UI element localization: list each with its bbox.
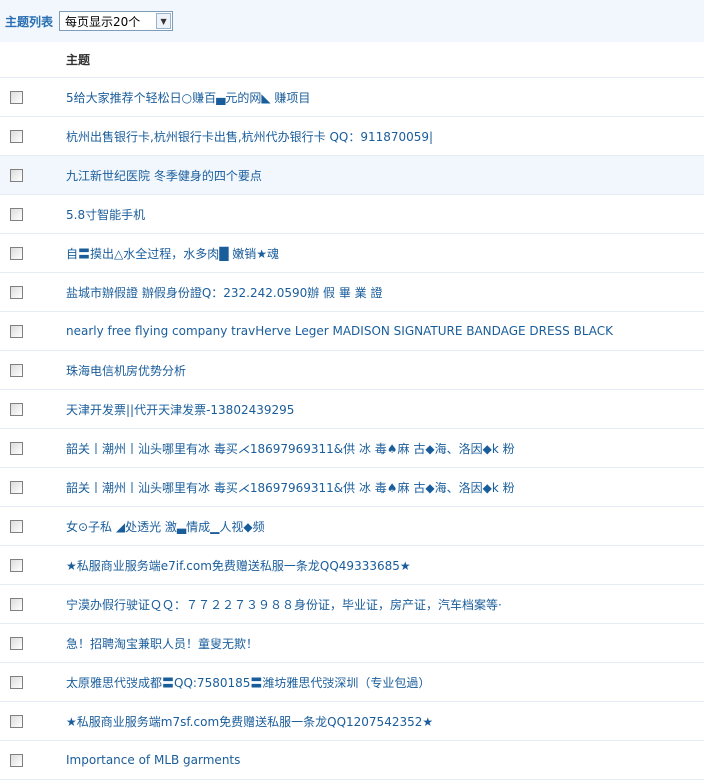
page-size-select[interactable]: 每页显示20个 ▼ xyxy=(59,11,174,31)
table-row: 女⊙子私 ◢处透光 激▃情成▁人视◆频 xyxy=(0,507,704,546)
row-checkbox[interactable] xyxy=(10,169,23,182)
row-checkbox[interactable] xyxy=(10,637,23,650)
row-checkbox[interactable] xyxy=(10,403,23,416)
table-row: 韶关丨潮州丨汕头哪里有冰 毒买⋌18697969311&供 冰 毒♠麻 古◆海、… xyxy=(0,429,704,468)
table-row: ★私服商业服务端m7sf.com免费赠送私服一条龙QQ1207542352★ xyxy=(0,702,704,741)
row-checkbox[interactable] xyxy=(10,364,23,377)
table-row: ★私服商业服务端e7if.com免费赠送私服一条龙QQ49333685★ xyxy=(0,546,704,585)
topic-link[interactable]: 杭州出售银行卡,杭州银行卡出售,杭州代办银行卡 QQ：911870059| xyxy=(66,128,433,145)
topic-link[interactable]: 5.8寸智能手机 xyxy=(66,206,145,223)
row-checkbox[interactable] xyxy=(10,325,23,338)
table-row: 5.8寸智能手机 xyxy=(0,195,704,234)
table-row: 杭州出售银行卡,杭州银行卡出售,杭州代办银行卡 QQ：911870059| xyxy=(0,117,704,156)
topic-link[interactable]: 天津开发票||代开天津发票-13802439295 xyxy=(66,401,294,418)
column-header-topic: 主题 xyxy=(66,53,91,67)
table-row: 太原雅思代弢成都〓QQ:7580185〓潍坊雅思代弢深圳（专业包過） xyxy=(0,663,704,702)
topic-link[interactable]: 珠海电信机房优势分析 xyxy=(66,362,186,379)
topic-link[interactable]: 盐城市辦假證 辦假身份證Q：232.242.0590辦 假 畢 業 證 xyxy=(66,284,383,301)
table-row: 宁漠办假行驶证ＱＱ：７７２２７３９８８身份证，毕业证，房产证，汽车档案等· xyxy=(0,585,704,624)
table-row: 珠海电信机房优势分析 xyxy=(0,351,704,390)
page-size-value: 每页显示20个 xyxy=(65,14,141,29)
row-checkbox[interactable] xyxy=(10,754,23,767)
row-checkbox[interactable] xyxy=(10,520,23,533)
topic-link[interactable]: 自〓摸出△水全过程，水多肉█ 嫩销★魂 xyxy=(66,245,279,262)
table-row: 急！招聘淘宝兼职人员！童叟无欺！ xyxy=(0,624,704,663)
topic-link[interactable]: 宁漠办假行驶证ＱＱ：７７２２７３９８８身份证，毕业证，房产证，汽车档案等· xyxy=(66,596,502,613)
table-header: 主题 xyxy=(0,42,704,78)
topic-list-title: 主题列表 xyxy=(5,14,54,29)
topic-link[interactable]: nearly free flying company travHerve Leg… xyxy=(66,324,613,338)
topic-link[interactable]: 女⊙子私 ◢处透光 激▃情成▁人视◆频 xyxy=(66,518,265,535)
row-checkbox[interactable] xyxy=(10,247,23,260)
topic-link[interactable]: 5给大家推荐个轻松日○赚百▄元的网◣ 赚项目 xyxy=(66,89,310,106)
topic-link[interactable]: 韶关丨潮州丨汕头哪里有冰 毒买⋌18697969311&供 冰 毒♠麻 古◆海、… xyxy=(66,479,515,496)
row-checkbox[interactable] xyxy=(10,442,23,455)
table-row: 自〓摸出△水全过程，水多肉█ 嫩销★魂 xyxy=(0,234,704,273)
topic-link[interactable]: 太原雅思代弢成都〓QQ:7580185〓潍坊雅思代弢深圳（专业包過） xyxy=(66,674,430,691)
table-row: Importance of MLB garments xyxy=(0,741,704,780)
topic-link[interactable]: Importance of MLB garments xyxy=(66,753,240,767)
row-checkbox[interactable] xyxy=(10,481,23,494)
topic-link[interactable]: 九江新世纪医院 冬季健身的四个要点 xyxy=(66,167,262,184)
toolbar: 主题列表 每页显示20个 ▼ xyxy=(0,0,704,42)
row-checkbox[interactable] xyxy=(10,715,23,728)
table-row: 5给大家推荐个轻松日○赚百▄元的网◣ 赚项目 xyxy=(0,78,704,117)
row-checkbox[interactable] xyxy=(10,559,23,572)
table-row: nearly free flying company travHerve Leg… xyxy=(0,312,704,351)
topic-link[interactable]: ★私服商业服务端e7if.com免费赠送私服一条龙QQ49333685★ xyxy=(66,557,411,574)
table-row: 韶关丨潮州丨汕头哪里有冰 毒买⋌18697969311&供 冰 毒♠麻 古◆海、… xyxy=(0,468,704,507)
table-row: 盐城市辦假證 辦假身份證Q：232.242.0590辦 假 畢 業 證 xyxy=(0,273,704,312)
topic-link[interactable]: 韶关丨潮州丨汕头哪里有冰 毒买⋌18697969311&供 冰 毒♠麻 古◆海、… xyxy=(66,440,515,457)
row-checkbox[interactable] xyxy=(10,286,23,299)
row-checkbox[interactable] xyxy=(10,130,23,143)
table-row: 天津开发票||代开天津发票-13802439295 xyxy=(0,390,704,429)
row-checkbox[interactable] xyxy=(10,91,23,104)
topic-link[interactable]: ★私服商业服务端m7sf.com免费赠送私服一条龙QQ1207542352★ xyxy=(66,713,433,730)
topic-list: 5给大家推荐个轻松日○赚百▄元的网◣ 赚项目杭州出售银行卡,杭州银行卡出售,杭州… xyxy=(0,78,704,780)
row-checkbox[interactable] xyxy=(10,676,23,689)
table-row: 九江新世纪医院 冬季健身的四个要点 xyxy=(0,156,704,195)
row-checkbox[interactable] xyxy=(10,598,23,611)
chevron-down-icon[interactable]: ▼ xyxy=(156,13,172,29)
topic-link[interactable]: 急！招聘淘宝兼职人员！童叟无欺！ xyxy=(66,635,258,652)
row-checkbox[interactable] xyxy=(10,208,23,221)
